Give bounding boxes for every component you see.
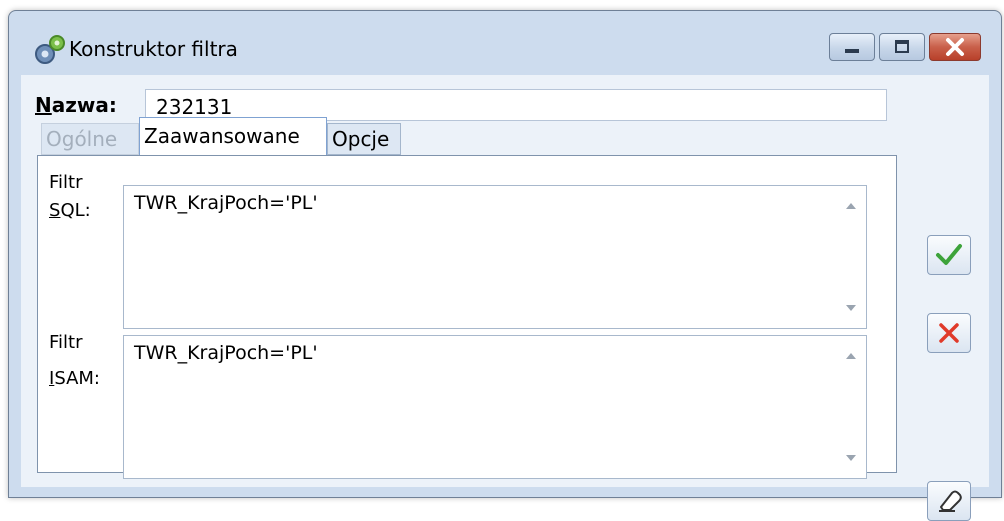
isam-label-rest: SAM: (54, 368, 100, 389)
sql-label-hotkey: S (49, 200, 61, 221)
close-icon (946, 38, 964, 56)
sql-filter-text: TWR_KrajPoch='PL' (134, 192, 318, 214)
maximize-button[interactable] (879, 33, 925, 61)
name-label: Nazwa: (35, 93, 117, 117)
name-label-text: azwa: (51, 93, 117, 117)
sql-label-rest: QL: (60, 200, 91, 221)
gear-icon (33, 33, 67, 65)
eraser-icon (939, 490, 962, 512)
checkmark-icon (936, 244, 962, 265)
sql-filter-textarea[interactable]: TWR_KrajPoch='PL' (123, 185, 867, 329)
title-bar[interactable]: Konstruktor filtra (9, 11, 1001, 75)
tab-general[interactable]: Ogólne (41, 123, 139, 155)
maximize-icon (895, 40, 909, 53)
sql-filter-label: Filtr SQL: (49, 169, 91, 225)
isam-filter-textarea[interactable]: TWR_KrajPoch='PL' (123, 335, 867, 479)
isam-filter-label: Filtr ISAM: (49, 325, 100, 397)
clear-button[interactable] (927, 481, 971, 521)
scroll-up-icon[interactable] (842, 348, 860, 364)
name-label-hotkey: N (35, 93, 52, 117)
x-icon (939, 323, 959, 343)
scroll-down-icon[interactable] (842, 300, 860, 316)
window-title: Konstruktor filtra (69, 37, 238, 61)
minimize-icon (845, 49, 859, 53)
filter-builder-window: Konstruktor filtra Nazwa: 232131 Ogólne … (8, 10, 1002, 521)
tab-options[interactable]: Opcje (327, 123, 401, 155)
scroll-down-icon[interactable] (842, 450, 860, 466)
cancel-button[interactable] (927, 313, 971, 353)
minimize-button[interactable] (829, 33, 875, 61)
isam-label-line1: Filtr (49, 332, 83, 353)
isam-filter-text: TWR_KrajPoch='PL' (134, 342, 318, 364)
sql-label-line1: Filtr (49, 172, 83, 193)
ok-button[interactable] (927, 235, 971, 275)
scroll-up-icon[interactable] (842, 198, 860, 214)
close-button[interactable] (929, 33, 981, 61)
tab-advanced[interactable]: Zaawansowane (139, 117, 327, 155)
